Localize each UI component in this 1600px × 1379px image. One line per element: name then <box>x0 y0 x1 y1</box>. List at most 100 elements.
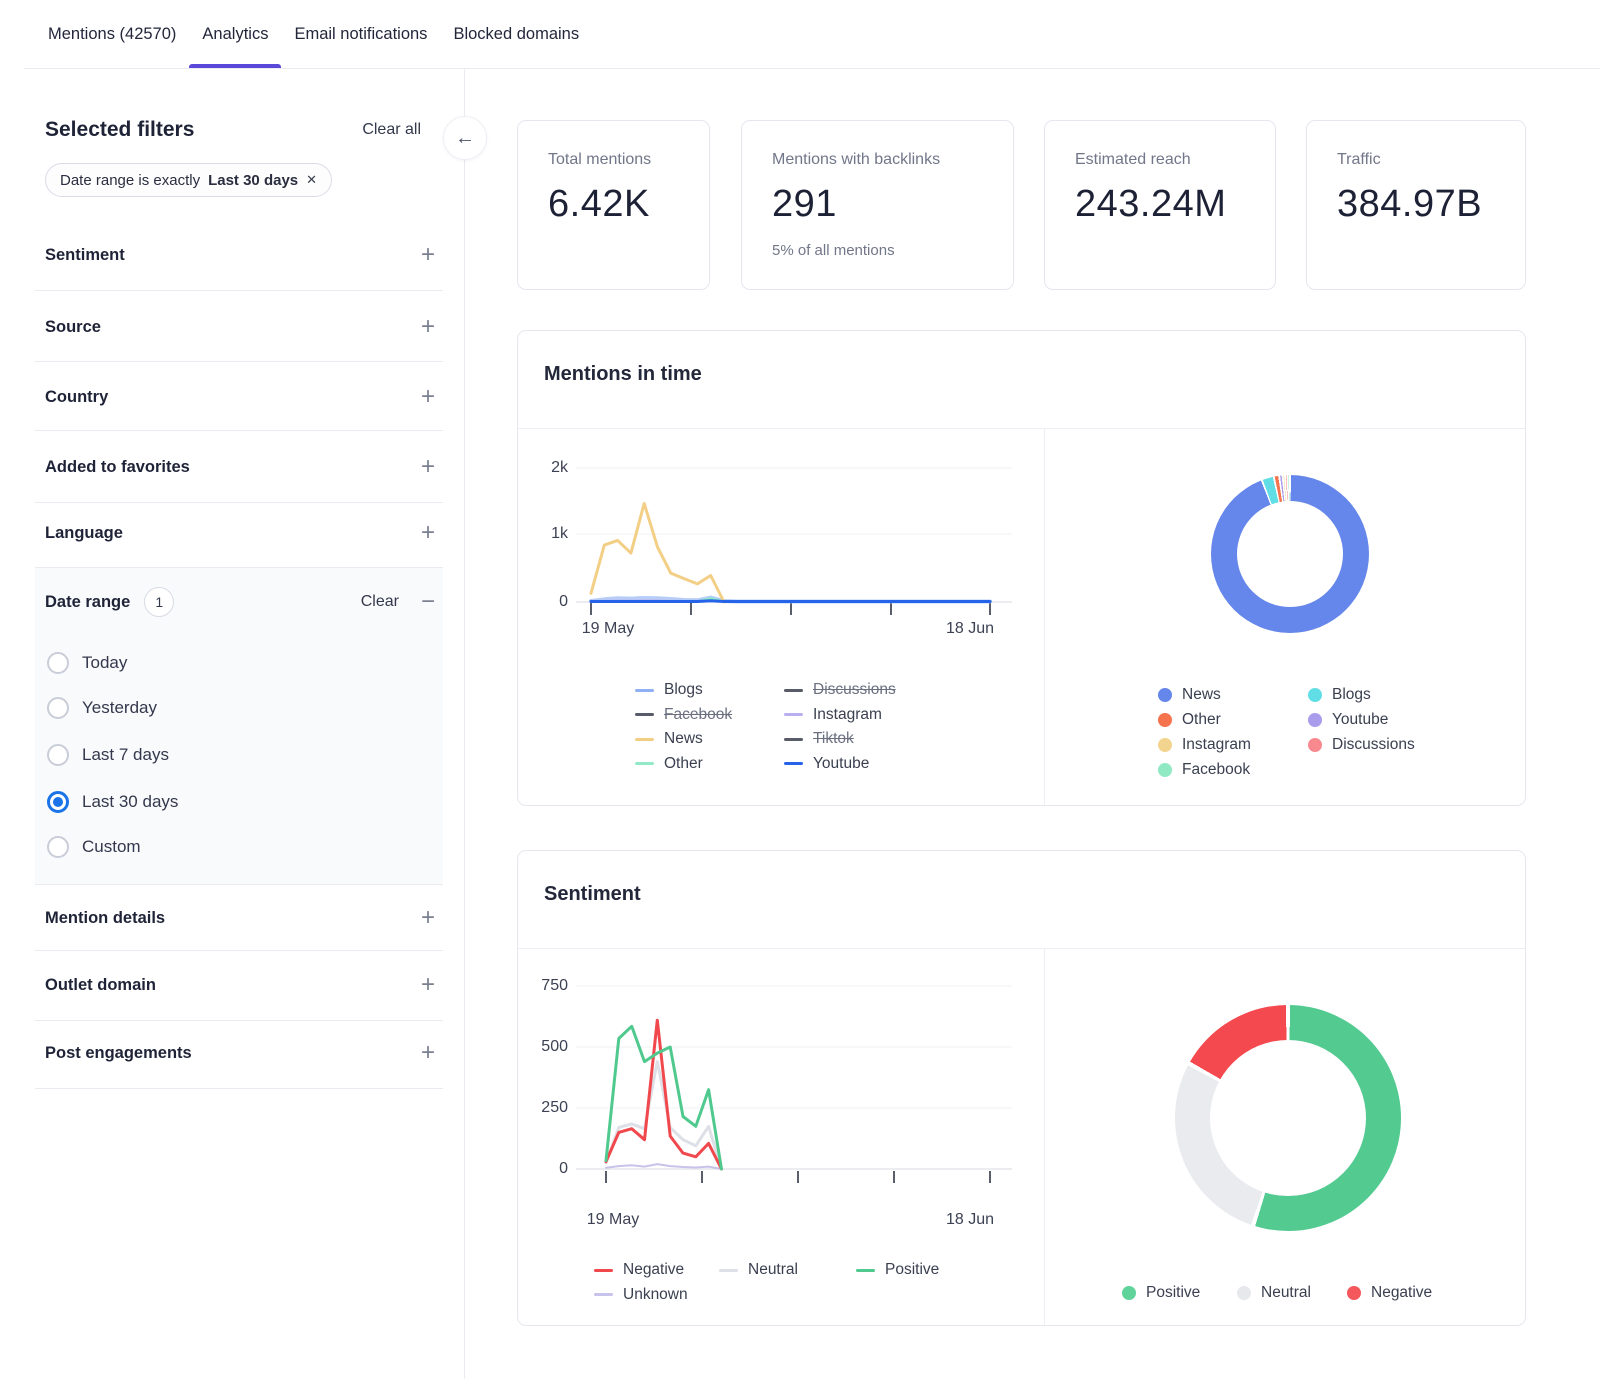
legend-item-negative[interactable]: Negative <box>594 1258 719 1283</box>
sentiment-title: Sentiment <box>544 883 641 906</box>
tab-analytics[interactable]: Analytics <box>189 0 281 68</box>
legend-swatch <box>594 1293 613 1296</box>
y-tick-label: 250 <box>523 1098 568 1118</box>
legend-swatch <box>1237 1286 1251 1300</box>
legend-item-news: News <box>1158 683 1308 708</box>
legend-item-negative: Negative <box>1347 1281 1432 1306</box>
stat-value: 6.42K <box>548 183 709 226</box>
legend-item-news[interactable]: News <box>635 727 784 752</box>
x-label-end: 18 Jun <box>935 1211 1005 1229</box>
radio-unselected[interactable] <box>47 697 69 719</box>
legend-label: Negative <box>1371 1284 1432 1302</box>
section-divider <box>35 567 443 568</box>
legend-item-facebook[interactable]: Facebook <box>635 703 784 728</box>
radio-option-custom[interactable]: Custom <box>47 832 141 862</box>
legend-item-positive: Positive <box>1122 1281 1237 1306</box>
y-tick-label: 500 <box>523 1037 568 1057</box>
radio-option-last-30-days[interactable]: Last 30 days <box>47 787 178 817</box>
radio-option-yesterday[interactable]: Yesterday <box>47 693 157 723</box>
back-arrow-icon: ← <box>455 127 475 150</box>
x-label-start: 19 May <box>573 620 643 638</box>
radio-unselected[interactable] <box>47 836 69 858</box>
legend-item-discussions[interactable]: Discussions <box>784 678 896 703</box>
legend-item-unknown[interactable]: Unknown <box>594 1283 719 1308</box>
tab-blocked-domains[interactable]: Blocked domains <box>440 0 592 68</box>
legend-swatch <box>635 713 654 716</box>
section-divider <box>35 1088 443 1089</box>
date-range-header[interactable]: Date range 1 Clear − <box>45 585 435 619</box>
section-title: Language <box>45 524 123 543</box>
legend-swatch <box>784 713 803 716</box>
plus-icon[interactable]: + <box>421 1041 435 1065</box>
legend-swatch <box>1308 688 1322 702</box>
section-divider <box>35 430 443 431</box>
collapse-minus-icon[interactable]: − <box>421 590 435 614</box>
selected-filters-heading: Selected filters <box>45 118 194 142</box>
legend-item-other[interactable]: Other <box>635 752 784 777</box>
series-line-instagram <box>591 600 724 602</box>
legend-label: Unknown <box>623 1286 688 1304</box>
plus-icon[interactable]: + <box>421 385 435 409</box>
date-range-filter-chip[interactable]: Date range is exactly Last 30 days ✕ <box>45 163 332 197</box>
legend-label: News <box>1182 686 1221 704</box>
sidebar-section-mention-details[interactable]: Mention details+ <box>45 898 435 938</box>
date-range-clear-button[interactable]: Clear <box>361 593 399 611</box>
plus-icon[interactable]: + <box>421 973 435 997</box>
sidebar-section-outlet-domain[interactable]: Outlet domain+ <box>45 965 435 1005</box>
stat-value: 384.97B <box>1337 183 1525 226</box>
plus-icon[interactable]: + <box>421 455 435 479</box>
sidebar-section-country[interactable]: Country+ <box>45 377 435 417</box>
radio-option-last-7-days[interactable]: Last 7 days <box>47 740 169 770</box>
legend-swatch <box>1347 1286 1361 1300</box>
sources-donut-legend: NewsOtherInstagramFacebookBlogsYoutubeDi… <box>1158 683 1415 783</box>
legend-label: Other <box>664 755 703 773</box>
sidebar-section-source[interactable]: Source+ <box>45 307 435 347</box>
legend-label: News <box>664 730 703 748</box>
sidebar-section-language[interactable]: Language + <box>45 513 435 553</box>
collapse-sidebar-button[interactable]: ← <box>443 116 487 160</box>
tab-email-notifications[interactable]: Email notifications <box>281 0 440 68</box>
clear-all-button[interactable]: Clear all <box>362 121 421 139</box>
sidebar-section-added-to-favorites[interactable]: Added to favorites+ <box>45 447 435 487</box>
sidebar-divider <box>464 68 465 1379</box>
sentiment-donut-chart <box>1175 1005 1401 1231</box>
analytics-page: Mentions (42570)AnalyticsEmail notificat… <box>0 0 1600 1379</box>
plus-icon[interactable]: + <box>421 315 435 339</box>
card-vertical-divider <box>1044 428 1045 805</box>
legend-label: Facebook <box>664 706 732 724</box>
legend-item-tiktok[interactable]: Tiktok <box>784 727 896 752</box>
tab-mentions-42570-[interactable]: Mentions (42570) <box>35 0 189 68</box>
legend-item-neutral[interactable]: Neutral <box>719 1258 856 1283</box>
sentiment-chart-legend: NegativeNeutralPositive Unknown <box>594 1258 939 1307</box>
radio-label: Custom <box>82 837 141 857</box>
plus-icon[interactable]: + <box>421 906 435 930</box>
radio-label: Last 7 days <box>82 745 169 765</box>
sidebar-section-sentiment[interactable]: Sentiment+ <box>45 235 435 275</box>
donut-hole <box>1210 1040 1366 1196</box>
legend-item-instagram: Instagram <box>1158 733 1308 758</box>
legend-item-instagram[interactable]: Instagram <box>784 703 896 728</box>
legend-label: Youtube <box>813 755 869 773</box>
plus-icon[interactable]: + <box>421 521 435 545</box>
section-divider <box>35 502 443 503</box>
date-range-count-badge: 1 <box>144 587 174 617</box>
radio-unselected[interactable] <box>47 652 69 674</box>
stat-label: Traffic <box>1337 151 1525 169</box>
legend-label: Discussions <box>1332 736 1415 754</box>
series-line-positive <box>606 1026 722 1169</box>
legend-item-positive[interactable]: Positive <box>856 1258 939 1283</box>
radio-option-today[interactable]: Today <box>47 648 127 678</box>
plus-icon[interactable]: + <box>421 243 435 267</box>
series-line-news <box>591 504 724 603</box>
legend-item-blogs[interactable]: Blogs <box>635 678 784 703</box>
radio-unselected[interactable] <box>47 744 69 766</box>
legend-swatch <box>784 762 803 765</box>
stat-card-traffic: Traffic 384.97B <box>1306 120 1526 290</box>
chip-close-icon[interactable]: ✕ <box>306 172 317 188</box>
tab-bar: Mentions (42570)AnalyticsEmail notificat… <box>35 0 592 68</box>
legend-item-neutral: Neutral <box>1237 1281 1347 1306</box>
card-divider <box>518 948 1525 949</box>
legend-item-youtube[interactable]: Youtube <box>784 752 896 777</box>
sidebar-section-post-engagements[interactable]: Post engagements+ <box>45 1033 435 1073</box>
radio-selected[interactable] <box>47 791 69 813</box>
